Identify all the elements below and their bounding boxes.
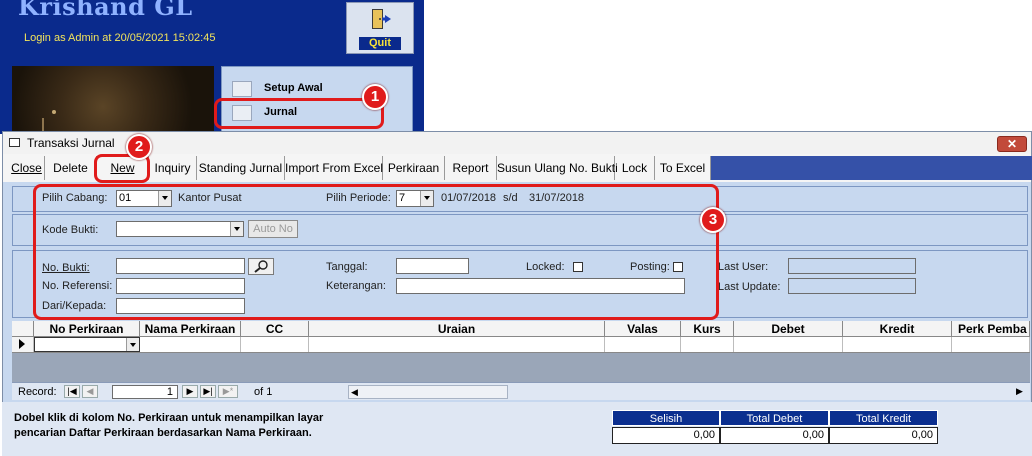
selisih-value: 0,00 (612, 427, 720, 444)
cell-uraian[interactable] (309, 337, 605, 352)
perkiraan-button[interactable]: Perkiraan (383, 156, 445, 180)
row-selector[interactable] (12, 337, 34, 352)
col-valas[interactable]: Valas (605, 321, 681, 337)
first-record-icon[interactable]: |◀ (64, 385, 80, 398)
callout-1-highlight (214, 98, 384, 129)
toolbar-filler (711, 156, 1032, 180)
scroll-left-icon[interactable]: ◀ (351, 386, 358, 398)
inquiry-button[interactable]: Inquiry (149, 156, 197, 180)
last-record-icon[interactable]: ▶| (200, 385, 216, 398)
last-update-label: Last Update: (718, 281, 781, 293)
delete-button[interactable]: Delete (45, 156, 97, 180)
col-nama-perkiraan[interactable]: Nama Perkiraan (140, 321, 241, 337)
col-kredit[interactable]: Kredit (843, 321, 952, 337)
table-row[interactable] (12, 337, 1030, 353)
callout-1-badge: 1 (362, 84, 388, 110)
record-count: of 1 (254, 386, 273, 398)
current-row-arrow-icon (19, 339, 25, 349)
import-excel-button[interactable]: Import From Excel (285, 156, 383, 180)
photo-highlights (42, 110, 56, 139)
col-cc[interactable]: CC (241, 321, 309, 337)
quit-label: Quit (359, 37, 401, 50)
record-navigation: Record: |◀ ◀ 1 ▶ ▶| ▶* of 1 ◀ ▶ (12, 382, 1030, 400)
cell-perk-pembantu[interactable] (952, 337, 1030, 352)
lock-button[interactable]: Lock (615, 156, 655, 180)
total-debet-value: 0,00 (720, 427, 829, 444)
col-uraian[interactable]: Uraian (309, 321, 605, 337)
chevron-down-icon[interactable] (126, 338, 139, 351)
grid-header: No Perkiraan Nama Perkiraan CC Uraian Va… (12, 321, 1030, 337)
prev-record-icon[interactable]: ◀ (82, 385, 98, 398)
window-icon (9, 138, 20, 147)
total-kredit-value: 0,00 (829, 427, 938, 444)
horizontal-scrollbar[interactable]: ◀ (348, 385, 508, 399)
record-number-input[interactable]: 1 (112, 385, 178, 399)
cell-cc[interactable] (241, 337, 309, 352)
col-no-perkiraan[interactable]: No Perkiraan (34, 321, 140, 337)
menu-item-label: Setup Awal (264, 82, 323, 94)
standing-jurnal-button[interactable]: Standing Jurnal (197, 156, 285, 180)
window-title: Transaksi Jurnal (27, 136, 115, 150)
selisih-header: Selisih (612, 410, 720, 426)
next-record-icon[interactable]: ▶ (182, 385, 198, 398)
callout-2-badge: 2 (126, 134, 152, 160)
login-status: Login as Admin at 20/05/2021 15:02:45 (24, 32, 216, 44)
banner-photo (12, 66, 214, 139)
cell-nama-perkiraan[interactable] (140, 337, 241, 352)
last-user-field (788, 258, 916, 274)
window-titlebar (3, 132, 1031, 154)
cell-no-perkiraan[interactable] (34, 337, 140, 352)
susun-ulang-button[interactable]: Susun Ulang No. Bukti (497, 156, 618, 180)
help-text: Dobel klik di kolom No. Perkiraan untuk … (14, 412, 324, 439)
total-kredit-header: Total Kredit (829, 410, 938, 426)
col-debet[interactable]: Debet (734, 321, 843, 337)
close-window-button[interactable]: ✕ (997, 136, 1027, 152)
to-excel-button[interactable]: To Excel (655, 156, 711, 180)
callout-3-highlight (33, 184, 719, 320)
app-title: Krishand GL (18, 0, 193, 21)
cell-kredit[interactable] (843, 337, 952, 352)
last-update-field (788, 278, 916, 294)
record-label: Record: (18, 386, 57, 398)
exit-door-icon (372, 9, 391, 29)
col-kurs[interactable]: Kurs (681, 321, 734, 337)
quit-button[interactable]: Quit (346, 2, 414, 54)
cell-kurs[interactable] (681, 337, 734, 352)
menu-item-checkbox (232, 81, 252, 97)
row-selector-header (12, 321, 34, 337)
new-record-icon[interactable]: ▶* (218, 385, 238, 398)
last-user-label: Last User: (718, 261, 769, 273)
cell-valas[interactable] (605, 337, 681, 352)
scroll-right-icon[interactable]: ▶ (1016, 385, 1023, 397)
total-debet-header: Total Debet (720, 410, 829, 426)
callout-3-badge: 3 (700, 207, 726, 233)
report-button[interactable]: Report (445, 156, 497, 180)
close-button[interactable]: Close (9, 156, 45, 180)
col-perk-pembantu[interactable]: Perk Pemba (952, 321, 1030, 337)
cell-debet[interactable] (734, 337, 843, 352)
